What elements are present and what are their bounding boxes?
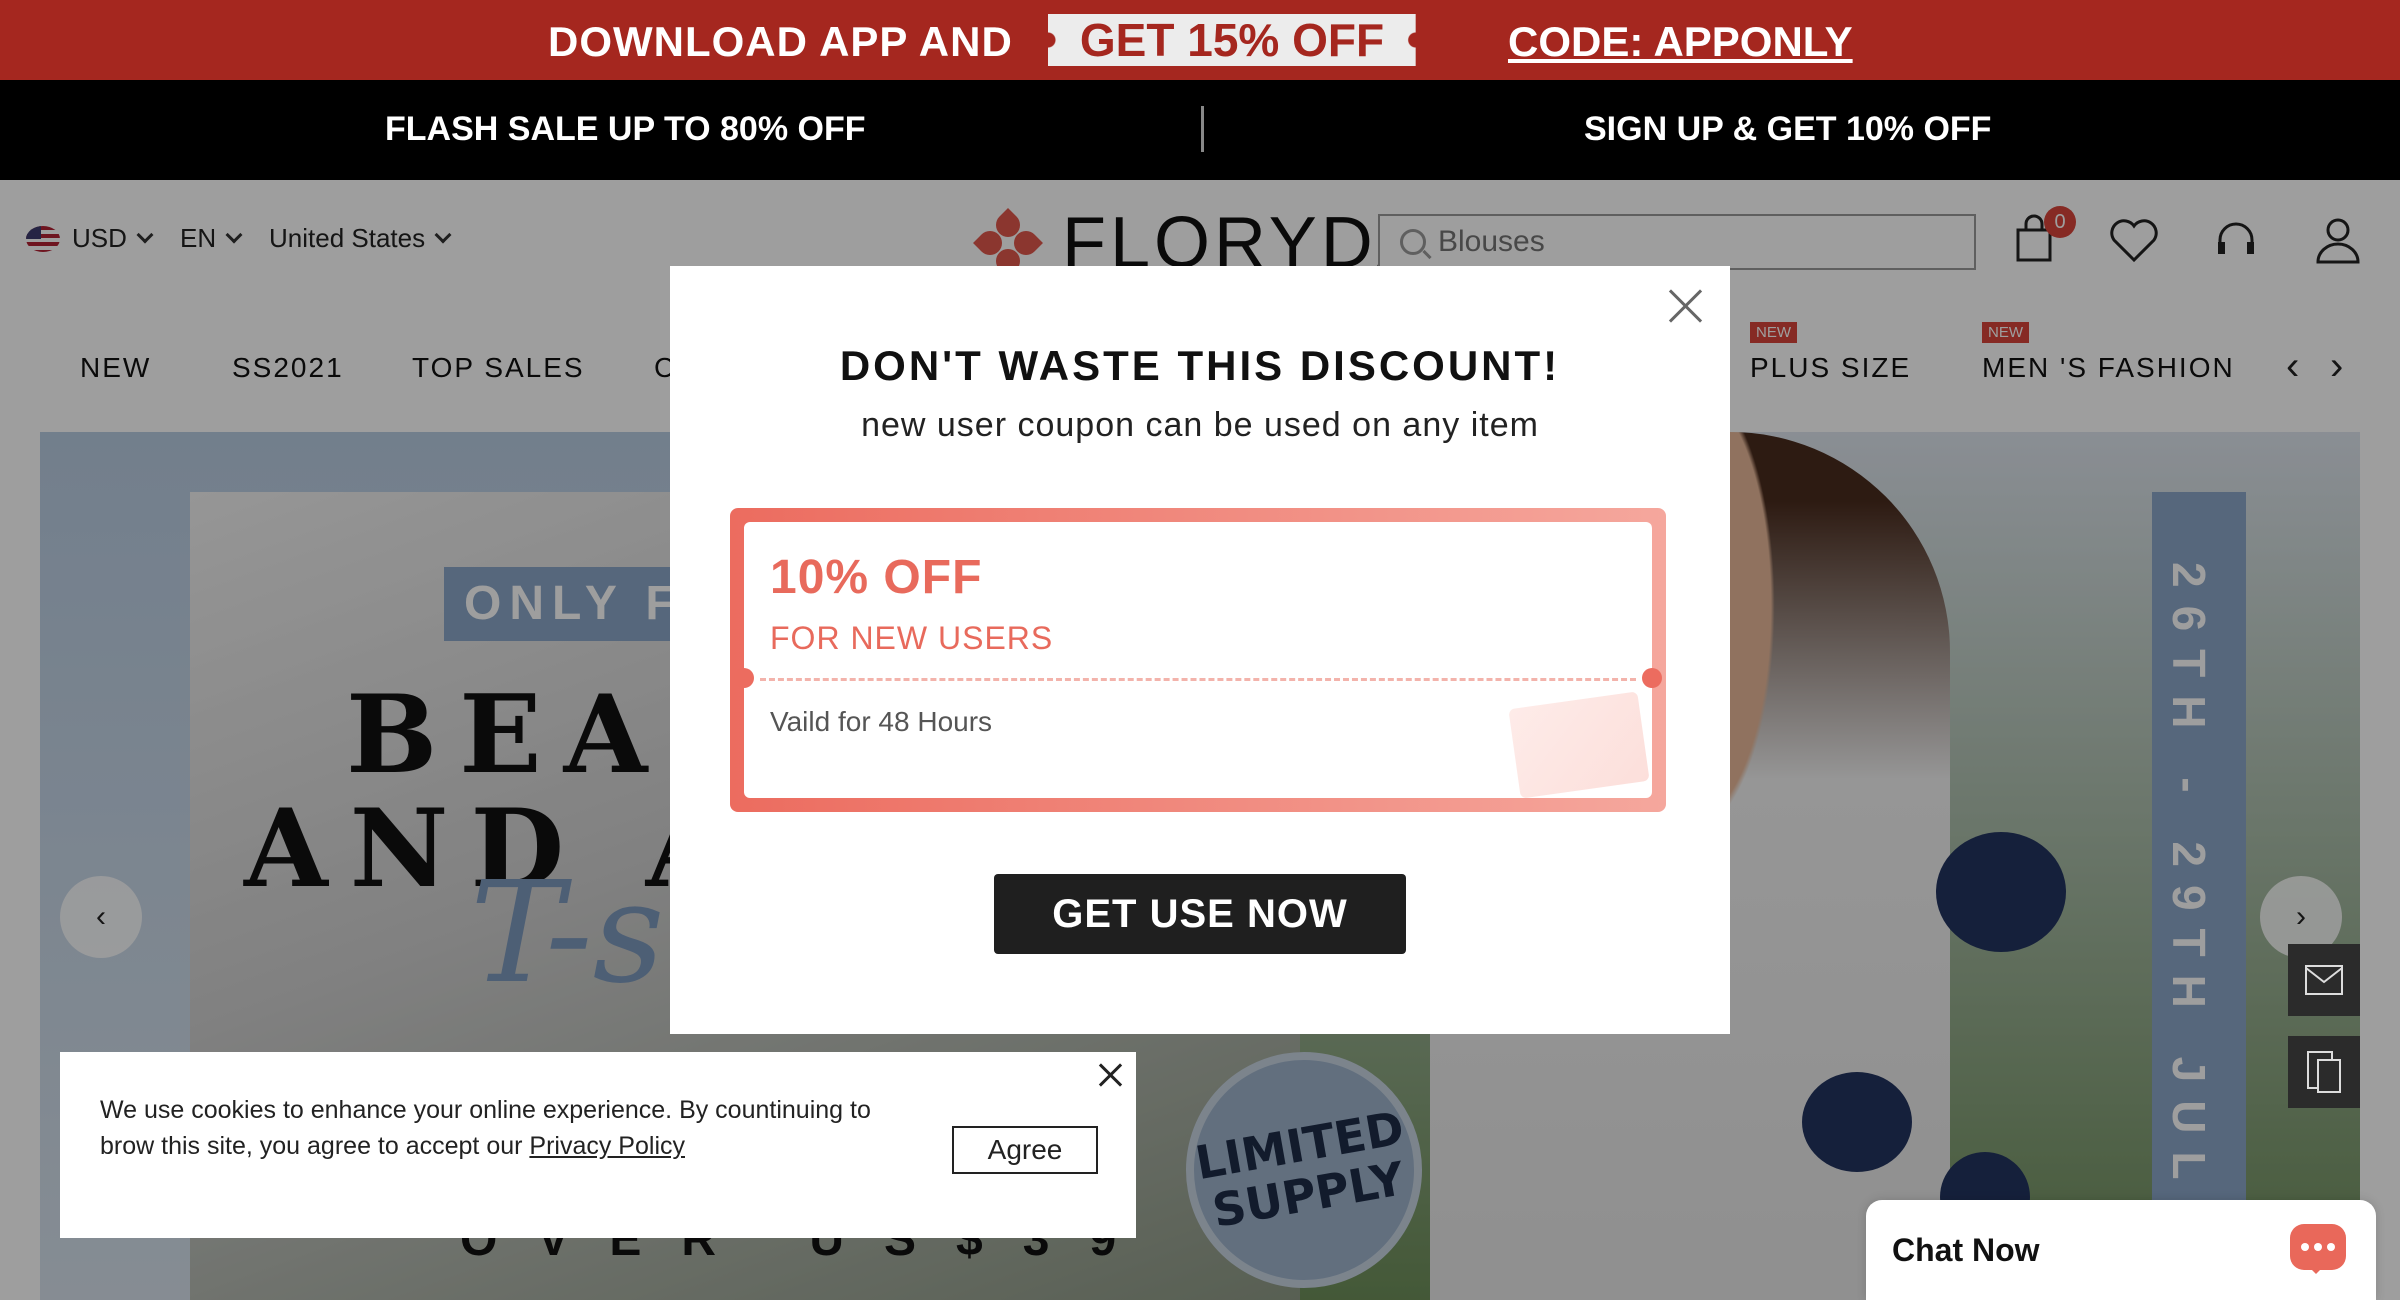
close-icon[interactable] xyxy=(1666,286,1706,326)
promo-ticket: GET 15% OFF xyxy=(1048,14,1416,66)
promo-code-link[interactable]: CODE: APPONLY xyxy=(1508,18,1853,66)
email-subscribe-button[interactable] xyxy=(2288,944,2360,1016)
privacy-policy-link[interactable]: Privacy Policy xyxy=(529,1132,685,1160)
mail-icon xyxy=(2305,965,2343,995)
promo-bar[interactable]: DOWNLOAD APP AND GET 15% OFF CODE: APPON… xyxy=(0,0,2400,80)
coupon-audience: FOR NEW USERS xyxy=(770,620,1054,656)
coupon-inner: 10% OFF FOR NEW USERS Vaild for 48 Hours xyxy=(734,522,1662,799)
close-icon[interactable] xyxy=(1096,1060,1126,1090)
flash-bar: FLASH SALE UP TO 80% OFF SIGN UP & GET 1… xyxy=(0,80,2400,180)
modal-subtitle: new user coupon can be used on any item xyxy=(861,406,1539,444)
chat-now-label: Chat Now xyxy=(1892,1232,2040,1268)
agree-button[interactable]: Agree xyxy=(952,1126,1098,1174)
cookie-message: We use cookies to enhance your online ex… xyxy=(100,1092,890,1164)
discount-modal: DON'T WASTE THIS DISCOUNT! new user coup… xyxy=(670,266,1730,1034)
cookie-banner: We use cookies to enhance your online ex… xyxy=(60,1052,1136,1238)
flash-sale-link[interactable]: FLASH SALE UP TO 80% OFF xyxy=(385,110,865,149)
phone-icon xyxy=(2307,1051,2341,1093)
get-use-now-button[interactable]: GET USE NOW xyxy=(994,874,1406,954)
gift-icon xyxy=(1508,691,1650,799)
coupon-validity: Vaild for 48 Hours xyxy=(770,706,993,737)
signup-offer-link[interactable]: SIGN UP & GET 10% OFF xyxy=(1584,110,1991,149)
app-download-button[interactable] xyxy=(2288,1036,2360,1108)
coupon-notch xyxy=(1642,668,1662,688)
flash-divider xyxy=(1201,106,1204,152)
chat-bubble-icon xyxy=(2290,1224,2346,1274)
coupon-notch xyxy=(734,668,754,688)
cookie-text: We use cookies to enhance your online ex… xyxy=(100,1096,871,1160)
chat-widget[interactable]: Chat Now xyxy=(1866,1200,2376,1300)
modal-title: DON'T WASTE THIS DISCOUNT! xyxy=(839,342,1561,389)
coupon-divider xyxy=(760,678,1636,681)
promo-text: DOWNLOAD APP AND xyxy=(548,18,1013,65)
coupon-card: 10% OFF FOR NEW USERS Vaild for 48 Hours xyxy=(730,508,1666,812)
coupon-value: 10% OFF xyxy=(770,551,983,604)
